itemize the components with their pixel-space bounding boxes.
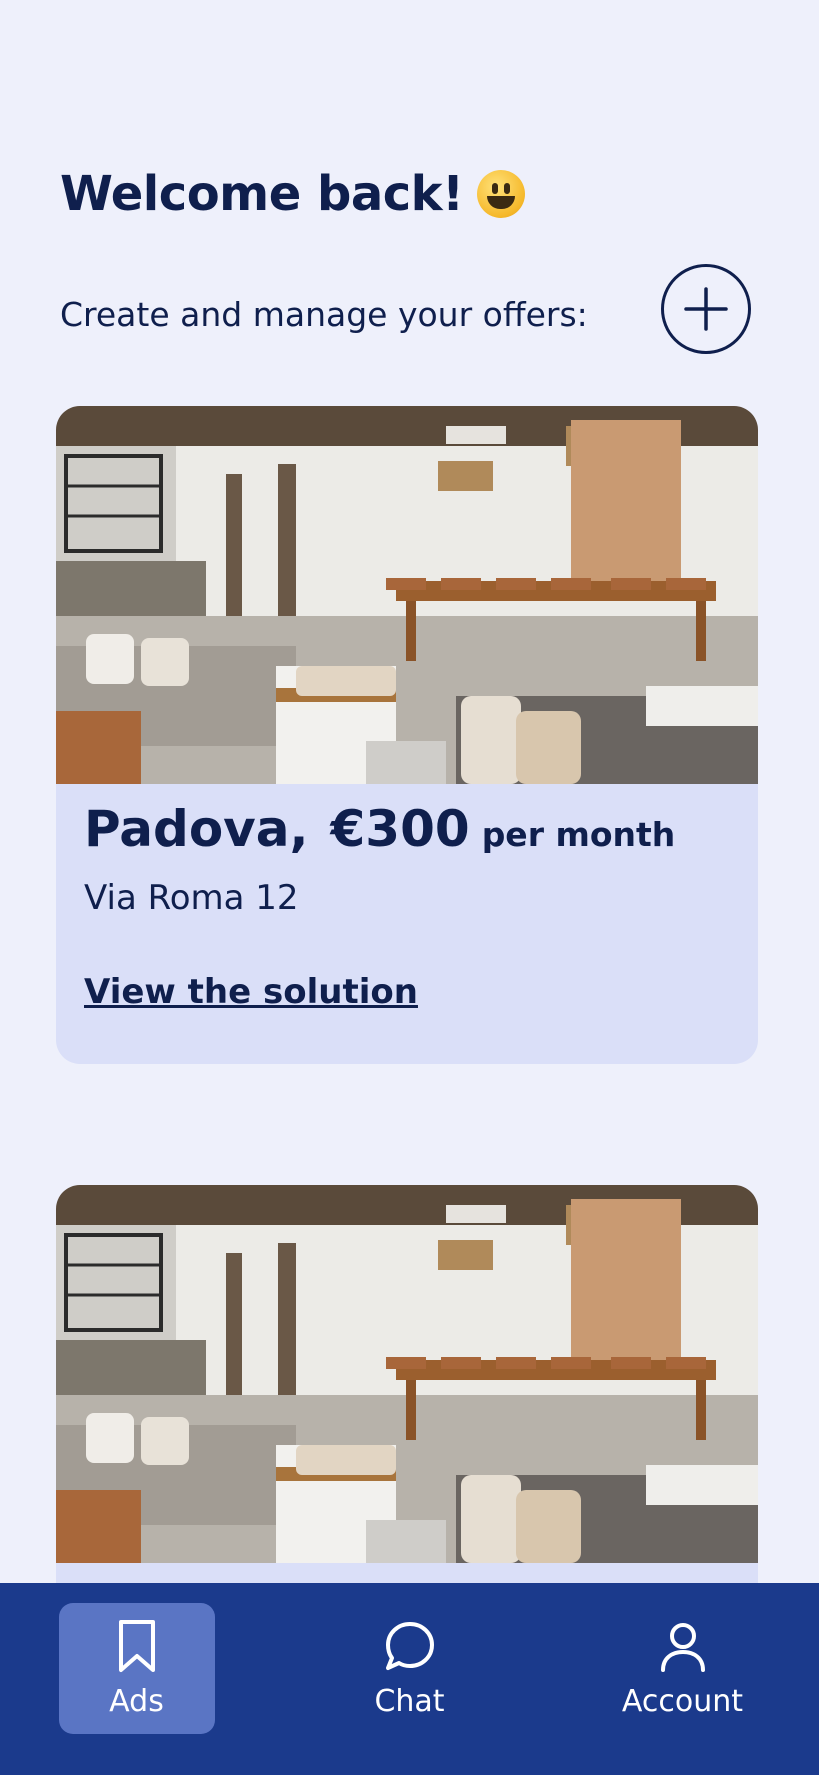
listing-card: Padova, €300 per month Via Roma 12 View … [56,406,758,1064]
listing-period: per month [481,815,676,854]
bookmark-icon [118,1620,155,1672]
welcome-heading: Welcome back! [60,166,526,222]
nav-label-chat: Chat [374,1684,445,1719]
bottom-navigation: Ads Chat Account [0,1583,819,1775]
nav-item-account[interactable]: Account [605,1603,761,1734]
chat-bubble-icon [385,1622,434,1670]
view-solution-link[interactable]: View the solution [84,972,418,1012]
nav-item-chat[interactable]: Chat [332,1603,488,1734]
listing-address: Via Roma 12 [84,878,299,918]
welcome-text: Welcome back! [60,166,464,222]
grinning-face-icon [477,170,526,218]
listing-price: €300 [330,800,470,858]
listing-photo [56,406,758,784]
listing-photo [56,1185,758,1563]
nav-label-account: Account [621,1684,744,1719]
offers-subtitle: Create and manage your offers: [60,295,588,334]
nav-item-ads[interactable]: Ads [58,1603,215,1734]
plus-icon [684,287,728,331]
nav-label-ads: Ads [109,1684,164,1719]
listing-city: Padova, [84,800,309,858]
user-icon [660,1623,705,1672]
add-offer-button[interactable] [661,264,751,354]
listing-title: Padova, €300 per month [84,800,730,858]
